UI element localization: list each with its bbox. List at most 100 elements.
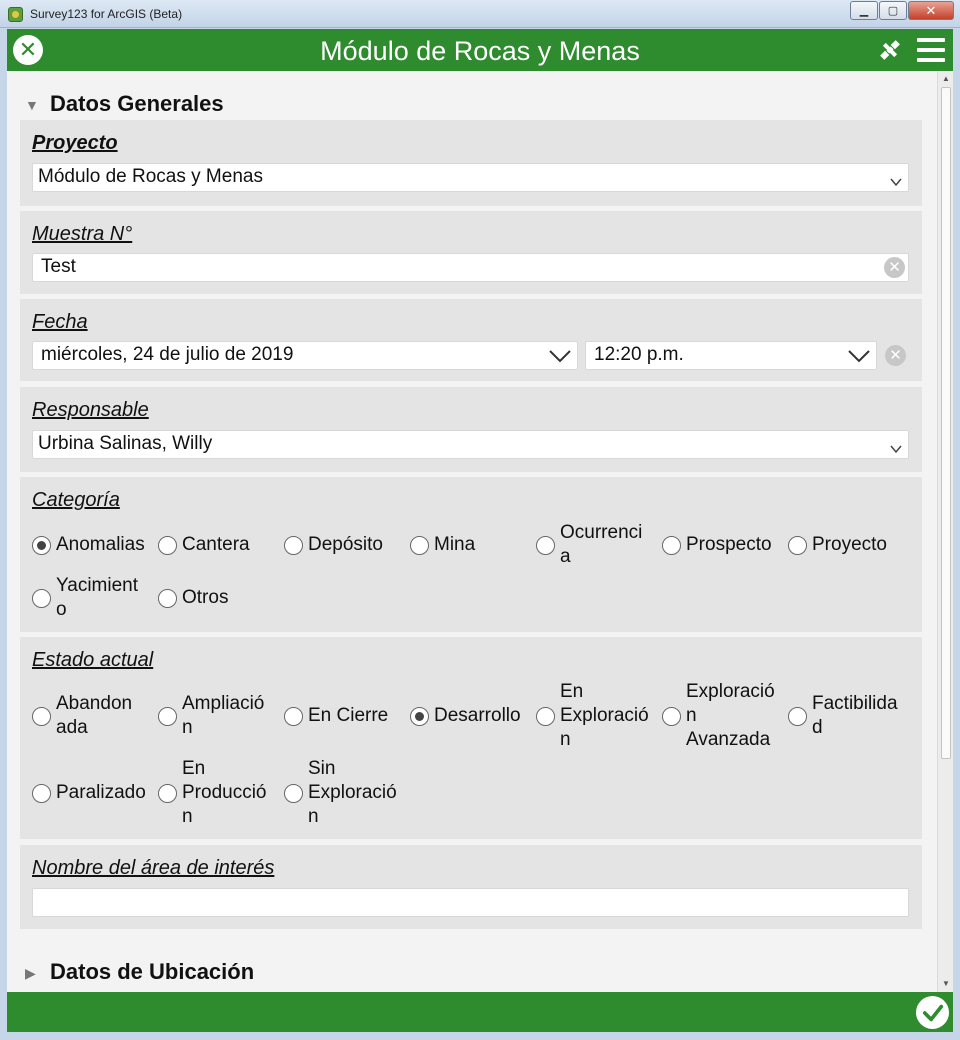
minimize-button[interactable]: ▁ [850,1,878,20]
chevron-down-icon [848,348,870,364]
question-label: Estado actual [32,649,154,671]
form-title: Módulo de Rocas y Menas [320,36,640,66]
group-title: Datos Generales [50,91,224,116]
window-frame-left [0,28,7,1040]
radio-label: Ocurrenci a [560,522,643,567]
radio-button-checked[interactable] [410,706,429,726]
window-close-button[interactable]: ✕ [908,1,954,20]
question-categoria: Categoría Anomalias Cantera Depósito Min… [20,477,922,632]
radio-option-proyecto[interactable]: Proyecto [788,533,887,557]
radio-button[interactable] [32,588,51,608]
radio-button[interactable] [284,783,303,803]
radio-label: Sin Exploració n [308,758,397,827]
clear-icon[interactable]: ✕ [885,345,906,366]
vertical-scrollbar[interactable]: ▲ ▼ [937,71,953,992]
question-estado-actual: Estado actual Abandon ada Ampliació n En… [20,637,922,839]
radio-option-cantera[interactable]: Cantera [158,533,250,557]
hamburger-menu-button[interactable] [917,38,945,62]
radio-button[interactable] [284,535,303,555]
proyecto-select[interactable]: Módulo de Rocas y Menas [32,163,909,192]
radio-label: Prospecto [686,534,772,555]
radio-label: En Cierre [308,705,389,726]
radio-label: Depósito [308,534,383,555]
radio-button[interactable] [536,535,555,555]
question-muestra: Muestra N° Test ✕ [20,211,922,294]
clear-icon[interactable]: ✕ [884,257,905,278]
radio-option-paralizado[interactable]: Paralizado [32,781,146,805]
radio-button[interactable] [788,706,807,726]
select-value: Módulo de Rocas y Menas [38,166,263,187]
nombre-area-input[interactable] [32,888,909,917]
radio-button[interactable] [158,783,177,803]
radio-option-sin-exploracion[interactable]: Sin Exploració n [284,757,397,829]
menu-icon-bar [917,48,945,52]
radio-button[interactable] [536,706,555,726]
radio-button[interactable] [788,535,807,555]
menu-icon-bar [917,58,945,62]
radio-label: Proyecto [812,534,887,555]
radio-label: Anomalias [56,534,145,555]
radio-option-en-exploracion[interactable]: En Exploració n [536,680,649,752]
radio-button[interactable] [662,535,681,555]
window-controls: ▁ ▢ ✕ [849,1,954,20]
maximize-button[interactable]: ▢ [879,1,907,20]
radio-option-mina[interactable]: Mina [410,533,475,557]
radio-button[interactable] [410,535,429,555]
radio-option-prospecto[interactable]: Prospecto [662,533,772,557]
radio-label: Ampliació n [182,693,265,738]
radio-option-anomalias[interactable]: Anomalias [32,533,145,557]
radio-label: En Exploració n [560,681,649,750]
group-header-datos-ubicacion[interactable]: ▶ Datos de Ubicación [7,953,937,992]
time-picker[interactable]: 12:20 p.m. [585,341,877,370]
question-responsable: Responsable Urbina Salinas, Willy [20,387,922,472]
scroll-thumb[interactable] [941,87,951,759]
survey123-app-icon [8,7,23,22]
chevron-down-icon [890,172,902,187]
question-label: Categoría [32,489,120,511]
radio-option-exploracion-avanzada[interactable]: Exploració n Avanzada [662,680,775,752]
radio-button[interactable] [158,706,177,726]
radio-button[interactable] [284,706,303,726]
scroll-up-arrow-icon[interactable]: ▲ [938,71,954,87]
submit-button[interactable] [916,996,949,1029]
radio-option-factibilidad[interactable]: Factibilida d [788,692,898,740]
radio-button[interactable] [158,535,177,555]
satellite-icon [880,40,900,60]
input-value: Test [41,256,76,277]
scroll-down-arrow-icon[interactable]: ▼ [938,976,954,992]
radio-option-yacimiento[interactable]: Yacimient o [32,574,138,622]
responsable-select[interactable]: Urbina Salinas, Willy [32,430,909,459]
radio-label: Exploració n Avanzada [686,681,775,750]
radio-label: Mina [434,534,476,555]
date-picker[interactable]: miércoles, 24 de julio de 2019 [32,341,578,370]
radio-button[interactable] [662,706,681,726]
radio-option-abandonada[interactable]: Abandon ada [32,692,132,740]
muestra-input[interactable]: Test ✕ [32,253,909,282]
radio-button-checked[interactable] [32,535,51,555]
window-frame-right [953,28,960,1040]
radio-option-desarrollo[interactable]: Desarrollo [410,704,521,728]
radio-option-ocurrencia[interactable]: Ocurrenci a [536,521,642,569]
window-title: Survey123 for ArcGIS (Beta) [30,7,183,21]
group-header-datos-generales[interactable]: ▼ Datos Generales [7,85,937,125]
radio-button[interactable] [32,783,51,803]
question-label: Proyecto [32,132,118,154]
chevron-down-icon [549,348,571,364]
app-header: ✕ Módulo de Rocas y Menas [7,29,953,71]
radio-label: Factibilida d [812,693,898,738]
radio-option-deposito[interactable]: Depósito [284,533,383,557]
question-fecha: Fecha miércoles, 24 de julio de 2019 12:… [20,299,922,381]
collapse-arrow-icon: ▼ [25,97,39,113]
radio-button[interactable] [158,588,177,608]
question-label: Fecha [32,311,88,333]
radio-option-en-produccion[interactable]: En Producció n [158,757,267,829]
radio-option-otros[interactable]: Otros [158,586,228,610]
radio-label: Otros [182,587,229,608]
radio-label: En Producció n [182,758,267,827]
radio-button[interactable] [32,706,51,726]
gps-satellite-button[interactable] [877,37,903,63]
radio-option-ampliacion[interactable]: Ampliació n [158,692,264,740]
radio-option-en-cierre[interactable]: En Cierre [284,704,388,728]
window-titlebar: Survey123 for ArcGIS (Beta) ▁ ▢ ✕ [0,0,960,28]
select-value: Urbina Salinas, Willy [38,433,213,454]
